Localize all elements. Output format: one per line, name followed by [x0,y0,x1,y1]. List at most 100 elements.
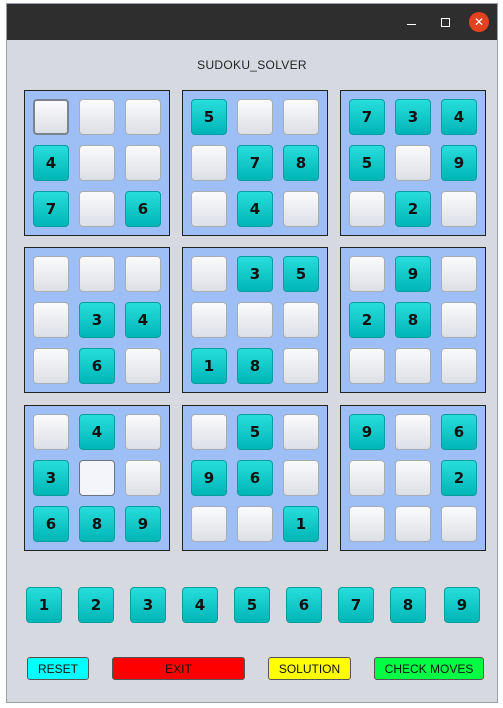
sudoku-cell[interactable] [191,191,227,227]
sudoku-cell[interactable] [191,145,227,181]
solution-button[interactable]: SOLUTION [268,657,351,680]
sudoku-cell[interactable] [191,256,227,292]
sudoku-cell[interactable] [79,145,115,181]
sudoku-cell[interactable] [395,414,431,450]
number-button-1[interactable]: 1 [26,587,62,623]
exit-button[interactable]: EXIT [112,657,245,680]
sudoku-cell[interactable]: 5 [283,256,319,292]
sudoku-cell[interactable] [395,506,431,542]
sudoku-cell[interactable] [125,460,161,496]
sudoku-box-9: 9 6 2 [340,405,486,551]
sudoku-cell[interactable] [283,460,319,496]
sudoku-cell[interactable] [33,256,69,292]
sudoku-cell[interactable] [125,256,161,292]
maximize-icon[interactable] [434,11,456,33]
sudoku-cell[interactable] [125,145,161,181]
sudoku-cell[interactable]: 4 [33,145,69,181]
sudoku-cell[interactable] [349,506,385,542]
sudoku-cell[interactable] [79,256,115,292]
sudoku-cell[interactable] [349,191,385,227]
sudoku-cell[interactable] [349,460,385,496]
sudoku-cell[interactable] [125,414,161,450]
sudoku-cell[interactable]: 5 [191,99,227,135]
sudoku-cell[interactable]: 2 [395,191,431,227]
sudoku-box-2: 5784 [182,90,328,236]
sudoku-cell[interactable] [395,348,431,384]
reset-button[interactable]: RESET [27,657,89,680]
sudoku-cell[interactable]: 1 [283,506,319,542]
sudoku-cell[interactable] [237,302,273,338]
close-icon[interactable]: ✕ [469,12,489,32]
sudoku-cell[interactable]: 4 [125,302,161,338]
sudoku-cell[interactable] [441,302,477,338]
sudoku-cell[interactable] [441,348,477,384]
sudoku-cell[interactable] [237,99,273,135]
sudoku-cell[interactable] [79,191,115,227]
sudoku-cell[interactable] [191,506,227,542]
sudoku-cell[interactable]: 1 [191,348,227,384]
sudoku-cell[interactable]: 3 [237,256,273,292]
minimize-icon[interactable] [400,11,422,33]
sudoku-cell[interactable]: 9 [125,506,161,542]
sudoku-cell[interactable]: 4 [237,191,273,227]
sudoku-cell[interactable]: 8 [237,348,273,384]
number-button-9[interactable]: 9 [444,587,480,623]
number-button-2[interactable]: 2 [78,587,114,623]
sudoku-cell[interactable]: 6 [79,348,115,384]
sudoku-cell[interactable]: 4 [441,99,477,135]
sudoku-cell[interactable]: 3 [33,460,69,496]
sudoku-cell[interactable] [79,460,115,496]
sudoku-cell[interactable]: 6 [441,414,477,450]
sudoku-cell[interactable]: 3 [395,99,431,135]
sudoku-cell[interactable] [349,256,385,292]
sudoku-cell[interactable] [33,348,69,384]
sudoku-cell[interactable]: 3 [79,302,115,338]
sudoku-cell[interactable]: 9 [441,145,477,181]
number-button-3[interactable]: 3 [130,587,166,623]
sudoku-cell[interactable] [283,99,319,135]
sudoku-cell[interactable]: 9 [349,414,385,450]
sudoku-cell[interactable]: 8 [395,302,431,338]
number-button-4[interactable]: 4 [182,587,218,623]
sudoku-cell[interactable]: 8 [79,506,115,542]
sudoku-cell[interactable] [283,348,319,384]
sudoku-cell[interactable] [283,414,319,450]
sudoku-cell[interactable] [395,145,431,181]
check-moves-button[interactable]: CHECK MOVES [374,657,484,680]
sudoku-cell[interactable] [125,348,161,384]
sudoku-cell[interactable]: 7 [349,99,385,135]
sudoku-cell[interactable]: 4 [79,414,115,450]
sudoku-cell[interactable] [441,256,477,292]
sudoku-cell[interactable]: 5 [349,145,385,181]
sudoku-cell[interactable] [395,460,431,496]
number-button-5[interactable]: 5 [234,587,270,623]
sudoku-cell[interactable]: 6 [125,191,161,227]
number-button-7[interactable]: 7 [338,587,374,623]
sudoku-cell[interactable]: 7 [237,145,273,181]
sudoku-cell[interactable] [125,99,161,135]
sudoku-cell[interactable] [191,302,227,338]
sudoku-cell[interactable] [33,302,69,338]
sudoku-cell[interactable] [237,506,273,542]
sudoku-cell[interactable]: 8 [283,145,319,181]
sudoku-cell[interactable]: 9 [191,460,227,496]
sudoku-cell[interactable] [283,191,319,227]
title-bar[interactable]: ✕ [7,4,497,40]
sudoku-cell[interactable] [33,414,69,450]
sudoku-cell[interactable] [283,302,319,338]
sudoku-cell[interactable]: 6 [33,506,69,542]
sudoku-cell[interactable] [349,348,385,384]
sudoku-cell[interactable]: 2 [441,460,477,496]
sudoku-cell[interactable] [33,99,69,135]
sudoku-cell[interactable] [191,414,227,450]
sudoku-cell[interactable] [79,99,115,135]
sudoku-cell[interactable]: 7 [33,191,69,227]
sudoku-cell[interactable]: 5 [237,414,273,450]
sudoku-cell[interactable]: 6 [237,460,273,496]
number-button-6[interactable]: 6 [286,587,322,623]
sudoku-cell[interactable]: 9 [395,256,431,292]
sudoku-cell[interactable] [441,506,477,542]
number-button-8[interactable]: 8 [390,587,426,623]
sudoku-cell[interactable] [441,191,477,227]
sudoku-cell[interactable]: 2 [349,302,385,338]
